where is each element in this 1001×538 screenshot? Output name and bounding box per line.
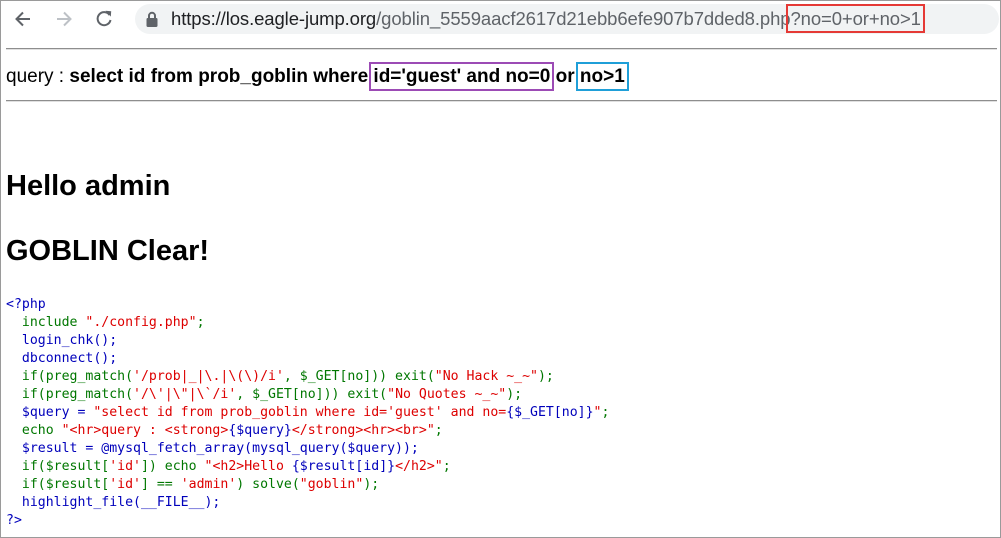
code-string: 'admin' <box>180 477 237 492</box>
code-line: if($result[ <box>6 477 110 492</box>
code-string: "<h2>Hello <box>204 459 292 474</box>
code-line: if($result[ <box>6 459 110 474</box>
code-string: "./config.php" <box>85 315 197 330</box>
back-arrow-icon <box>15 11 30 27</box>
address-bar[interactable]: https://los.eagle-jump.org/goblin_5559aa… <box>135 4 999 34</box>
browser-toolbar: https://los.eagle-jump.org/goblin_5559aa… <box>1 1 1000 38</box>
code-string: 'id' <box>109 459 141 474</box>
code-punct: ); <box>363 477 380 492</box>
code-var: {$query} <box>228 423 292 438</box>
code-punct: ; <box>434 423 443 438</box>
code-line: <?php <box>6 297 46 312</box>
code-string: "<hr>query : <strong> <box>61 423 229 438</box>
code-string: '/prob|_|\.|\(\)/i' <box>133 369 284 384</box>
code-segment: ] == <box>140 477 181 492</box>
query-prefix: query : <box>6 66 70 87</box>
code-string: "select id from prob_goblin where id='gu… <box>93 405 507 420</box>
code-punct: ; <box>601 405 610 420</box>
code-punct: ); <box>537 369 554 384</box>
lock-icon <box>146 11 158 27</box>
code-line: $query = <box>6 405 94 420</box>
code-punct: ; <box>196 315 205 330</box>
code-line: dbconnect(); <box>6 351 118 366</box>
code-line: highlight_file(__FILE__); <box>6 495 221 510</box>
code-string: '/\'|\"|\`/i' <box>133 387 237 402</box>
code-segment: , $_GET[no])) exit( <box>236 387 388 402</box>
url-path: /goblin_5559aacf2617d21ebb6efe907b7dded8… <box>376 8 791 29</box>
query-or: or <box>550 66 580 87</box>
url-query-highlight: ?no=0+or+no>1 <box>786 4 925 33</box>
code-segment: ]) echo <box>140 459 205 474</box>
forward-arrow-icon <box>57 11 72 27</box>
forward-button[interactable] <box>52 7 76 31</box>
code-string: </h2>" <box>395 459 443 474</box>
divider-top <box>6 48 997 50</box>
code-line: ?> <box>6 513 22 528</box>
url-host: https://los.eagle-jump.org <box>171 8 377 29</box>
back-button[interactable] <box>11 7 35 31</box>
code-line: include <box>6 315 86 330</box>
code-segment: , $_GET[no])) exit( <box>283 369 435 384</box>
query-condition-highlight: id='guest' and no=0 <box>369 62 555 91</box>
code-string: " <box>593 405 602 420</box>
php-source-code: <?php include "./config.php"; login_chk(… <box>6 296 609 530</box>
code-line: if(preg_match( <box>6 369 134 384</box>
code-string: 'id' <box>109 477 141 492</box>
code-string: </strong><hr><br>" <box>291 423 435 438</box>
code-string: "No Hack ~_~" <box>434 369 538 384</box>
code-string: "No Quotes ~_~" <box>387 387 507 402</box>
clear-heading: GOBLIN Clear! <box>6 235 210 267</box>
query-line: query : select id from prob_goblin where… <box>6 62 629 91</box>
code-var: {$result[id]} <box>291 459 396 474</box>
code-line: login_chk(); <box>6 333 118 348</box>
code-string: "goblin" <box>299 477 364 492</box>
divider-bottom <box>6 100 997 102</box>
code-var: {$_GET[no]} <box>506 405 594 420</box>
hello-heading: Hello admin <box>6 170 171 202</box>
reload-icon <box>96 10 112 27</box>
code-line: $result = @mysql_fetch_array(mysql_query… <box>6 441 419 456</box>
code-line: echo <box>6 423 62 438</box>
query-injection-highlight: no>1 <box>575 62 629 91</box>
url-text: https://los.eagle-jump.org/goblin_5559aa… <box>171 4 925 33</box>
code-punct: ); <box>506 387 523 402</box>
code-punct: ; <box>442 459 451 474</box>
reload-button[interactable] <box>92 7 116 31</box>
code-line: if(preg_match( <box>6 387 134 402</box>
query-sql-start: select id from prob_goblin where <box>69 66 374 87</box>
code-segment: ) solve( <box>236 477 300 492</box>
